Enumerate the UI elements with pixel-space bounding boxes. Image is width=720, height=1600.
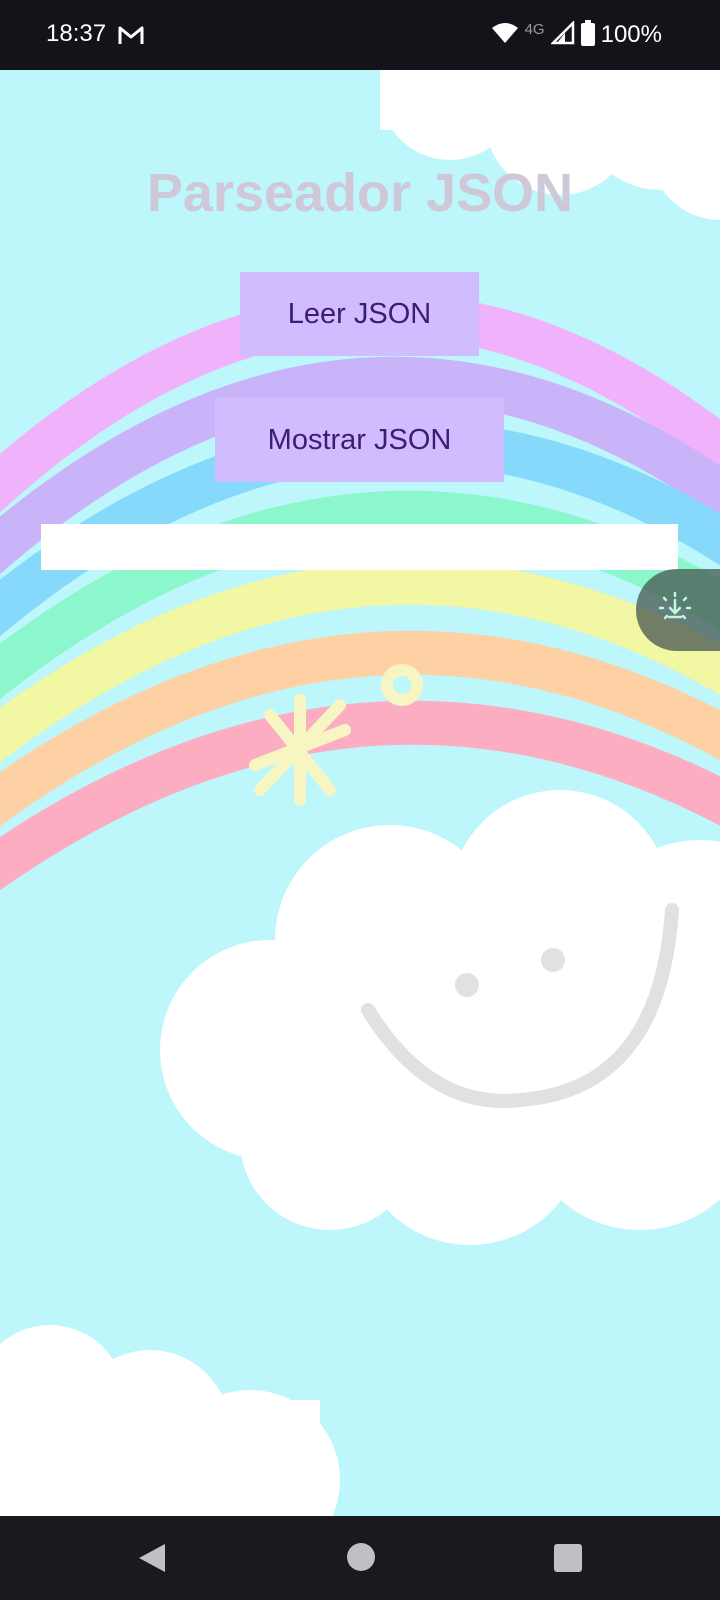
- home-icon[interactable]: [346, 1542, 376, 1577]
- wifi-icon: [491, 21, 519, 50]
- floating-action-button[interactable]: [636, 569, 720, 651]
- page-title: Parseador JSON: [146, 163, 574, 223]
- battery-level: 100%: [600, 21, 662, 48]
- status-icons: 4G 100%: [485, 18, 662, 52]
- show-json-button[interactable]: Mostrar JSON: [215, 398, 504, 482]
- app-screen: 18:37 4G 100% Parseador JSON Leer JSON M…: [0, 0, 720, 1600]
- navigation-bar: [0, 1516, 720, 1600]
- back-icon[interactable]: [136, 1542, 168, 1579]
- status-time: 18:37: [46, 20, 107, 47]
- read-json-button[interactable]: Leer JSON: [240, 272, 479, 356]
- json-output-field: [41, 524, 678, 570]
- download-sparkle-icon: [658, 591, 692, 630]
- status-bar: 18:37 4G 100%: [0, 0, 720, 70]
- recents-icon[interactable]: [554, 1544, 582, 1577]
- battery-icon: [580, 19, 595, 51]
- gmail-icon: [118, 24, 144, 51]
- signal-icon: [549, 19, 575, 50]
- network-type: 4G: [524, 20, 545, 38]
